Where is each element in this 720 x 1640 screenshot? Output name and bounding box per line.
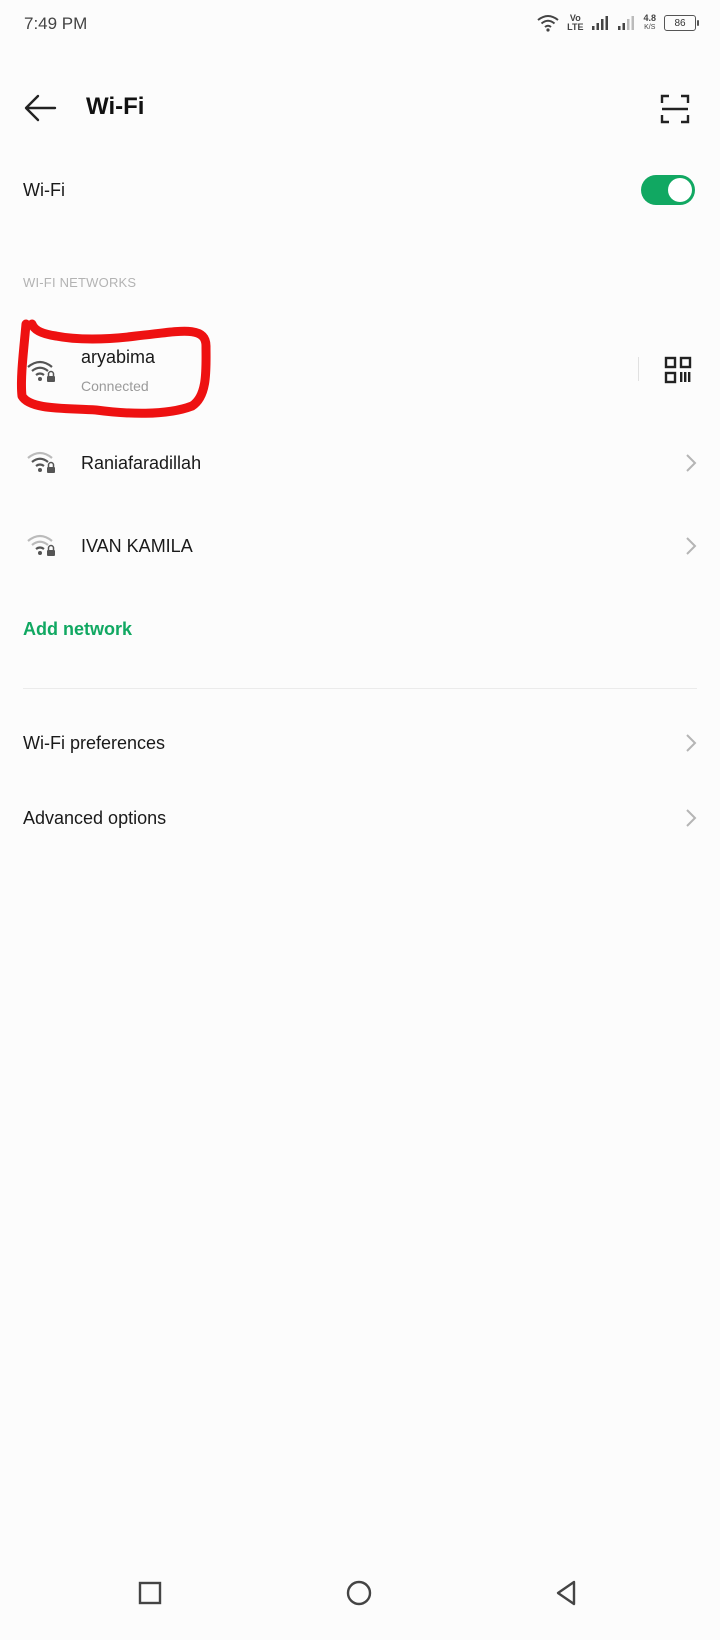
wifi-lock-icon xyxy=(27,534,55,556)
chevron-right-icon xyxy=(686,537,697,555)
network-item-ivan-kamila[interactable]: IVAN KAMILA xyxy=(0,506,720,586)
chevron-right-icon xyxy=(686,454,697,472)
circle-icon xyxy=(346,1580,372,1606)
back-button[interactable] xyxy=(22,90,58,126)
chevron-right-icon xyxy=(686,809,697,827)
wifi-lock-icon xyxy=(27,360,55,382)
share-qr-button[interactable] xyxy=(664,356,692,384)
wifi-signal-icon xyxy=(537,15,559,32)
network-status: Connected xyxy=(81,378,149,394)
nav-back-button[interactable] xyxy=(546,1573,586,1613)
wifi-lock-icon xyxy=(27,451,55,473)
wifi-toggle-switch[interactable] xyxy=(641,175,695,205)
network-item-raniafaradillah[interactable]: Raniafaradillah xyxy=(0,423,720,503)
chevron-right-icon xyxy=(686,734,697,752)
wifi-networks-header: WI-FI NETWORKS xyxy=(23,275,137,290)
toggle-knob xyxy=(668,178,692,202)
status-icons: Vo LTE 4.8 K/S 86 xyxy=(537,14,699,32)
back-arrow-icon xyxy=(24,94,57,122)
volte-label-bottom: LTE xyxy=(567,22,584,32)
advanced-options-item[interactable]: Advanced options xyxy=(0,786,720,850)
section-divider xyxy=(23,688,697,689)
qr-code-icon xyxy=(664,356,692,384)
advanced-options-label: Advanced options xyxy=(23,808,167,828)
network-name: aryabima xyxy=(81,347,156,367)
wifi-toggle-label: Wi-Fi xyxy=(23,180,65,200)
network-name: IVAN KAMILA xyxy=(81,536,193,556)
cell-signal-2-icon xyxy=(618,16,635,30)
square-icon xyxy=(138,1581,162,1605)
battery-icon: 86 xyxy=(664,15,699,31)
wifi-preferences-item[interactable]: Wi-Fi preferences xyxy=(0,711,720,775)
qr-divider xyxy=(638,357,639,381)
status-time: 7:49 PM xyxy=(24,14,88,33)
network-speed-unit: K/S xyxy=(644,24,656,31)
network-name: Raniafaradillah xyxy=(81,453,202,473)
page-title: Wi-Fi xyxy=(86,93,145,120)
network-speed-value: 4.8 xyxy=(643,13,656,23)
wifi-preferences-label: Wi-Fi preferences xyxy=(23,733,166,753)
cell-signal-icon xyxy=(592,16,609,30)
recents-button[interactable] xyxy=(130,1573,170,1613)
scan-button[interactable] xyxy=(660,94,690,124)
network-item-aryabima[interactable]: aryabima Connected xyxy=(0,330,720,410)
network-speed: 4.8 K/S xyxy=(643,14,656,32)
triangle-back-icon xyxy=(556,1580,576,1606)
volte-indicator: Vo LTE xyxy=(567,14,583,32)
scan-frame-icon xyxy=(660,94,690,124)
home-button[interactable] xyxy=(339,1573,379,1613)
battery-level: 86 xyxy=(674,17,686,29)
add-network-link[interactable]: Add network xyxy=(23,619,132,640)
